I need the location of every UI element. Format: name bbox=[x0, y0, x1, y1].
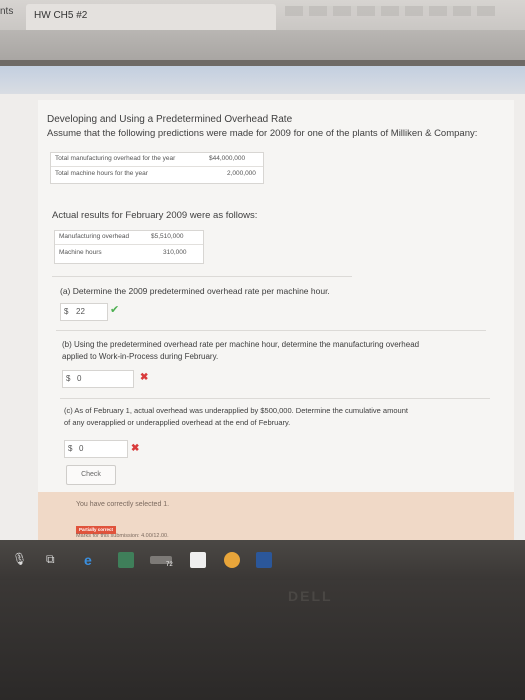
question-b-line2: applied to Work-in-Process during Februa… bbox=[62, 352, 219, 361]
actual-value: 310,000 bbox=[163, 249, 187, 256]
prediction-value: $44,000,000 bbox=[209, 155, 246, 162]
marks-text: Marks for this submission: 4.00/12.00. bbox=[76, 533, 169, 539]
feedback-message: You have correctly selected 1. bbox=[76, 501, 170, 508]
word-icon[interactable] bbox=[256, 552, 272, 568]
monitor-bezel bbox=[0, 580, 525, 700]
answer-c-currency: $ bbox=[68, 444, 73, 453]
correct-check-icon: ✔ bbox=[110, 304, 120, 316]
monitor-logo: DELL bbox=[288, 588, 333, 604]
tab-title: HW CH5 #2 bbox=[34, 10, 88, 21]
tab-strip-other[interactable] bbox=[285, 6, 495, 16]
chrome-icon[interactable] bbox=[224, 552, 240, 568]
actual-label: Machine hours bbox=[59, 249, 102, 256]
prediction-label: Total manufacturing overhead for the yea… bbox=[55, 155, 176, 162]
question-a-label: (a) Determine the 2009 predetermined ove… bbox=[60, 286, 330, 296]
table-row: Total manufacturing overhead for the yea… bbox=[51, 153, 263, 167]
taskbar: 🎙 ⧉ e 72 bbox=[0, 540, 525, 580]
divider bbox=[60, 398, 490, 399]
predictions-table: Total manufacturing overhead for the yea… bbox=[50, 152, 264, 184]
task-view-icon[interactable]: ⧉ bbox=[46, 552, 55, 567]
question-c-line2: of any overapplied or underapplied overh… bbox=[64, 418, 291, 427]
incorrect-x-icon: ✖ bbox=[131, 443, 140, 454]
answer-b-value: 0 bbox=[77, 374, 82, 383]
browser-toolbar bbox=[0, 30, 525, 60]
divider bbox=[52, 276, 352, 277]
answer-a-input[interactable]: $ 22 bbox=[60, 303, 108, 321]
microphone-icon[interactable]: 🎙 bbox=[12, 552, 27, 566]
incorrect-x-icon: ✖ bbox=[140, 372, 149, 383]
tab-active[interactable]: HW CH5 #2 bbox=[26, 4, 276, 30]
feedback-panel: You have correctly selected 1. Partially… bbox=[38, 492, 514, 540]
store-icon[interactable] bbox=[118, 552, 134, 568]
answer-c-value: 0 bbox=[79, 444, 84, 453]
actual-intro: Actual results for February 2009 were as… bbox=[52, 210, 258, 221]
check-button[interactable]: Check bbox=[66, 465, 116, 485]
answer-c-input[interactable]: $ 0 bbox=[64, 440, 128, 458]
answer-a-value: 22 bbox=[76, 307, 85, 316]
actuals-table: Manufacturing overhead $5,510,000 Machin… bbox=[54, 230, 204, 264]
problem-intro: Assume that the following predictions we… bbox=[47, 128, 478, 139]
table-row: Machine hours 310,000 bbox=[55, 247, 203, 260]
page-header-band bbox=[0, 66, 525, 94]
tab-left-label[interactable]: nts bbox=[0, 6, 13, 17]
actual-label: Manufacturing overhead bbox=[59, 233, 130, 240]
answer-b-input[interactable]: $ 0 bbox=[62, 370, 134, 388]
edge-browser-icon[interactable]: e bbox=[84, 552, 92, 568]
actual-value: $5,510,000 bbox=[151, 233, 184, 240]
answer-a-currency: $ bbox=[64, 307, 69, 316]
prediction-value: 2,000,000 bbox=[227, 170, 256, 177]
table-row: Total machine hours for the year 2,000,0… bbox=[51, 168, 263, 181]
calendar-icon[interactable] bbox=[190, 552, 206, 568]
question-b-line1: (b) Using the predetermined overhead rat… bbox=[62, 340, 420, 349]
prediction-label: Total machine hours for the year bbox=[55, 170, 148, 177]
divider bbox=[56, 330, 486, 331]
question-c-line1: (c) As of February 1, actual overhead wa… bbox=[64, 406, 408, 415]
taskbar-badge: 72 bbox=[166, 562, 173, 568]
problem-title: Developing and Using a Predetermined Ove… bbox=[47, 114, 293, 125]
table-row: Manufacturing overhead $5,510,000 bbox=[55, 231, 203, 245]
answer-b-currency: $ bbox=[66, 374, 71, 383]
